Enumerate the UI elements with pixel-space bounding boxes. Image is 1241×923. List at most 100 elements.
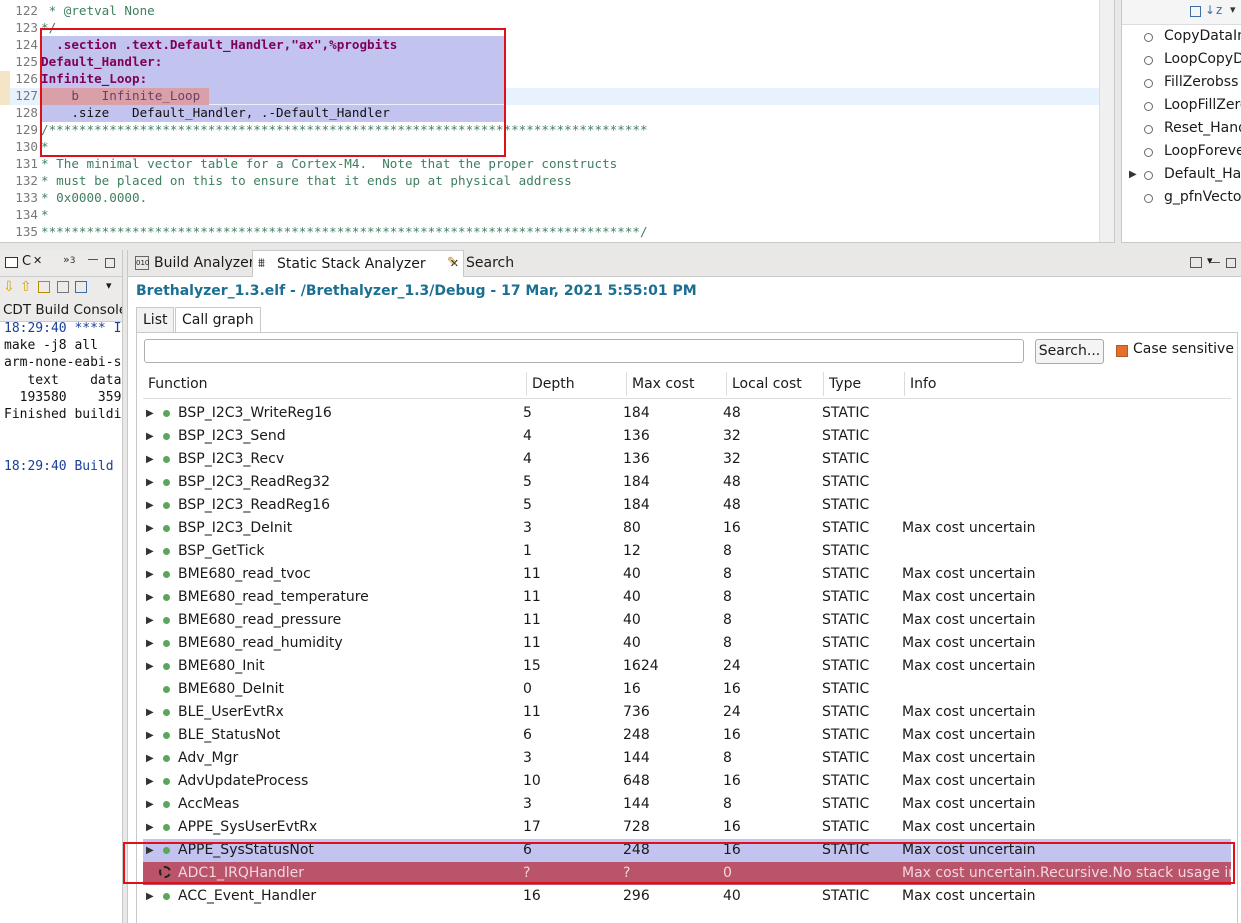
clear-console-icon[interactable] bbox=[75, 281, 87, 293]
table-row[interactable]: ▶ BSP_I2C3_Send 4 136 32 STATIC bbox=[143, 425, 1231, 448]
code-line[interactable]: 132 * must be placed on this to ensure th… bbox=[0, 172, 1100, 189]
table-row[interactable]: ▶ BME680_read_tvoc 11 40 8 STATIC Max cost unc… bbox=[143, 563, 1231, 586]
sort-icon[interactable]: ↓ bbox=[1205, 3, 1215, 17]
table-row[interactable]: ▶ Adv_Mgr 3 144 8 STATIC Max cost uncertain bbox=[143, 747, 1231, 770]
code-editor[interactable]: 122 * @retval None 123 */124 .section .tex… bbox=[0, 0, 1115, 243]
code-line[interactable]: 125 Default_Handler: bbox=[0, 53, 1100, 70]
expand-icon[interactable]: ▶ bbox=[146, 402, 154, 425]
expand-icon[interactable]: ▶ bbox=[146, 770, 154, 793]
outline-item[interactable]: LoopForever bbox=[1122, 140, 1241, 163]
code-line[interactable]: 129/************************************… bbox=[0, 121, 1100, 138]
view-menu-icon[interactable]: ▾ bbox=[1207, 254, 1213, 267]
console-tab-label[interactable]: C bbox=[22, 254, 31, 269]
expand-icon[interactable]: ▶ bbox=[146, 494, 154, 517]
tab-search[interactable]: ✎ Search bbox=[442, 250, 538, 276]
search-button[interactable]: Search... bbox=[1035, 339, 1104, 364]
expand-icon[interactable]: ▶ bbox=[146, 655, 154, 678]
case-sensitive-checkbox[interactable] bbox=[1116, 345, 1128, 357]
hide-fields-icon[interactable]: z bbox=[1216, 3, 1222, 17]
table-row[interactable]: ▶ BME680_read_humidity 11 40 8 STATIC Max cost… bbox=[143, 632, 1231, 655]
outline-item[interactable]: FillZerobss bbox=[1122, 71, 1241, 94]
table-row[interactable]: ▶ BSP_I2C3_WriteReg16 5 184 48 STATIC bbox=[143, 402, 1231, 425]
expand-icon[interactable]: ▶ bbox=[146, 609, 154, 632]
expand-icon[interactable]: ▶ bbox=[146, 586, 154, 609]
code-line[interactable]: 133 * 0x0000.0000. bbox=[0, 189, 1100, 206]
code-line[interactable]: 134 * bbox=[0, 206, 1100, 223]
subtab-list[interactable]: List bbox=[136, 307, 175, 333]
code-line[interactable]: 126 Infinite_Loop: bbox=[0, 70, 1100, 87]
table-row[interactable]: ▶ BLE_UserEvtRx 11 736 24 STATIC Max cost unce… bbox=[143, 701, 1231, 724]
table-row[interactable]: ▶ BSP_I2C3_ReadReg32 5 184 48 STATIC bbox=[143, 471, 1231, 494]
table-row[interactable]: ▶ BSP_I2C3_DeInit 3 80 16 STATIC Max cost unce… bbox=[143, 517, 1231, 540]
table-row[interactable]: ▶ APPE_SysStatusNot 6 248 16 STATIC Max cost u… bbox=[143, 839, 1231, 862]
column-header-type[interactable]: Type bbox=[824, 372, 905, 396]
overflow-tabs-indicator[interactable]: »3 bbox=[63, 253, 75, 266]
code-line[interactable]: 135 *************************************… bbox=[0, 223, 1100, 240]
table-row[interactable]: BME680_DeInit 0 16 16 STATIC bbox=[143, 678, 1231, 701]
code-line[interactable]: 123 */ bbox=[0, 19, 1100, 36]
expand-icon[interactable]: ▶ bbox=[146, 425, 154, 448]
tab-static-stack-analyzer[interactable]: ⩩ Static Stack Analyzer ✕ bbox=[252, 250, 464, 277]
expand-icon[interactable]: ▶ bbox=[146, 839, 154, 862]
column-header-function[interactable]: Function bbox=[143, 372, 527, 396]
table-row[interactable]: ▶ BSP_I2C3_Recv 4 136 32 STATIC bbox=[143, 448, 1231, 471]
expand-icon[interactable]: ▶ bbox=[146, 632, 154, 655]
view-menu-icon[interactable]: ▾ bbox=[1230, 3, 1236, 16]
outline-item[interactable]: LoopCopyDataInit bbox=[1122, 48, 1241, 71]
column-header-local-cost[interactable]: Local cost bbox=[727, 372, 824, 396]
outline-item[interactable]: Reset_Handler bbox=[1122, 117, 1241, 140]
column-header-depth[interactable]: Depth bbox=[527, 372, 627, 396]
code-line[interactable]: 122 * @retval None bbox=[0, 2, 1100, 19]
maximize-button[interactable] bbox=[1226, 258, 1236, 268]
outline-item[interactable]: LoopFillZerobss bbox=[1122, 94, 1241, 117]
table-row[interactable]: ▶ BSP_I2C3_ReadReg16 5 184 48 STATIC bbox=[143, 494, 1231, 517]
expand-icon[interactable]: ▶ bbox=[146, 701, 154, 724]
code-line[interactable]: 127 b Infinite_Loop bbox=[0, 87, 1100, 104]
expand-icon[interactable]: ▶ bbox=[146, 885, 154, 908]
arrow-up-icon[interactable]: ⇧ bbox=[20, 279, 32, 295]
code-line[interactable]: 128 .size Default_Handler, .-Default_Han… bbox=[0, 104, 1100, 121]
expand-icon[interactable]: ▶ bbox=[146, 747, 154, 770]
minimize-button[interactable] bbox=[88, 259, 98, 261]
code-line[interactable]: 124 .section .text.Default_Handler,"ax",… bbox=[0, 36, 1100, 53]
code-line[interactable]: 131 * The minimal vector table for a Cort… bbox=[0, 155, 1100, 172]
search-input[interactable] bbox=[144, 339, 1024, 363]
table-row[interactable]: ▶ AccMeas 3 144 8 STATIC Max cost uncertain bbox=[143, 793, 1231, 816]
table-row[interactable]: ▶ ACC_Event_Handler 16 296 40 STATIC Max cost … bbox=[143, 885, 1231, 908]
table-row[interactable]: ▶ AdvUpdateProcess 10 648 16 STATIC Max cost u… bbox=[143, 770, 1231, 793]
expand-icon[interactable]: ▶ bbox=[146, 540, 154, 563]
collapse-all-icon[interactable] bbox=[1190, 6, 1201, 17]
code-line[interactable]: 130 * bbox=[0, 138, 1100, 155]
view-menu-icon[interactable]: ▾ bbox=[106, 279, 112, 292]
expand-icon[interactable]: ▶ bbox=[146, 471, 154, 494]
expand-icon[interactable]: ▶ bbox=[146, 793, 154, 816]
subtab-call-graph[interactable]: Call graph bbox=[175, 307, 261, 333]
column-header-max-cost[interactable]: Max cost bbox=[627, 372, 727, 396]
expand-icon[interactable]: ▶ bbox=[146, 816, 154, 839]
minimize-button[interactable] bbox=[1210, 262, 1220, 264]
expand-icon[interactable]: ▶ bbox=[146, 724, 154, 747]
tab-build-analyzer[interactable]: 010 Build Analyzer bbox=[130, 250, 255, 276]
maximize-button[interactable] bbox=[105, 258, 115, 268]
scroll-lock-icon[interactable] bbox=[57, 281, 69, 293]
editor-scrollbar[interactable] bbox=[1099, 0, 1114, 242]
table-row[interactable]: ▶ BME680_read_pressure 11 40 8 STATIC Max cost… bbox=[143, 609, 1231, 632]
copy-icon[interactable] bbox=[38, 281, 50, 293]
expand-icon[interactable]: ▶ bbox=[146, 448, 154, 471]
table-row[interactable]: ADC1_IRQHandler?? 0 Max cost uncertain.Rec… bbox=[143, 862, 1232, 885]
outline-item[interactable]: g_pfnVectors bbox=[1122, 186, 1241, 209]
table-row[interactable]: ▶ BSP_GetTick 1 12 8 STATIC bbox=[143, 540, 1231, 563]
expand-icon[interactable]: ▶ bbox=[146, 563, 154, 586]
expand-icon[interactable]: ▶ bbox=[1129, 163, 1137, 186]
arrow-down-icon[interactable]: ⇩ bbox=[3, 279, 15, 295]
table-row[interactable]: ▶ BME680_Init 15 1624 24 STATIC Max cost uncer… bbox=[143, 655, 1231, 678]
column-header-info[interactable]: Info bbox=[905, 372, 1231, 396]
outline-item[interactable]: CopyDataInit bbox=[1122, 25, 1241, 48]
table-row[interactable]: ▶ BME680_read_temperature 11 40 8 STATIC Max c… bbox=[143, 586, 1231, 609]
expand-icon[interactable]: ▶ bbox=[146, 517, 154, 540]
close-icon[interactable]: ✕ bbox=[33, 254, 42, 267]
table-row[interactable]: ▶ BLE_StatusNot 6 248 16 STATIC Max cost uncer… bbox=[143, 724, 1231, 747]
table-row[interactable]: ▶ APPE_SysUserEvtRx 17 728 16 STATIC Max cost … bbox=[143, 816, 1231, 839]
open-console-icon[interactable] bbox=[1190, 257, 1202, 268]
outline-item[interactable]: ▶ Default_Handler bbox=[1122, 163, 1241, 186]
